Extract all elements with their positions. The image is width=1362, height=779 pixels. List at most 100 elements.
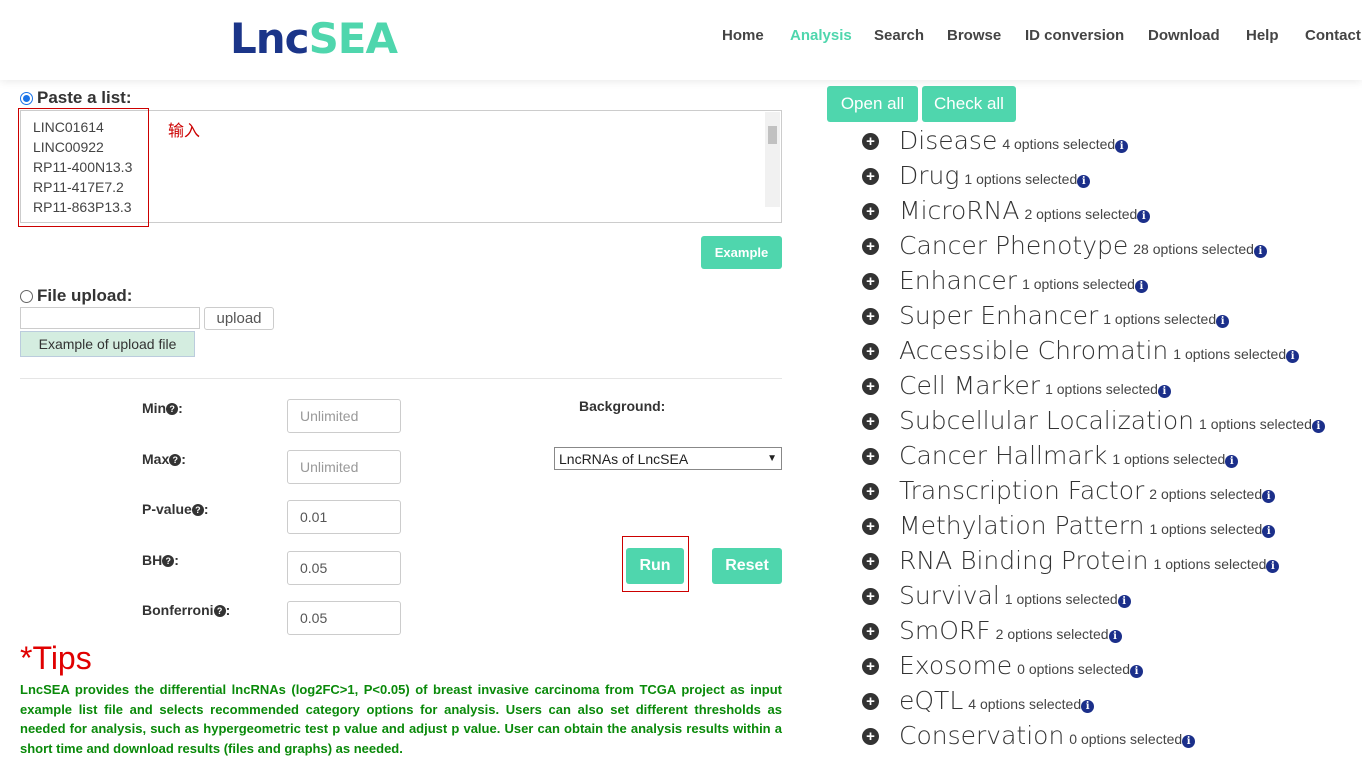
category-count: 4 options selected (1002, 136, 1116, 152)
upload-button[interactable]: upload (204, 307, 274, 330)
info-icon[interactable]: i (1081, 700, 1095, 713)
chevron-down-icon: ▼ (767, 453, 777, 464)
category-microrna[interactable]: + MicroRNA 2 options selected i (862, 196, 1151, 226)
bh-input[interactable]: 0.05 (287, 551, 401, 585)
plus-circle-icon[interactable]: + (862, 307, 879, 325)
plus-circle-icon[interactable]: + (862, 272, 879, 290)
nav-browse[interactable]: Browse (947, 27, 1001, 44)
info-icon[interactable]: i (1115, 140, 1129, 153)
nav-contact[interactable]: Contact (1305, 27, 1361, 44)
category-cancer-phenotype[interactable]: + Cancer Phenotype 28 options selected i (862, 231, 1267, 261)
category-name: Survival (899, 581, 1000, 610)
plus-circle-icon[interactable]: + (862, 552, 879, 570)
paste-list-option[interactable]: Paste a list: (20, 88, 132, 108)
check-all-button[interactable]: Check all (922, 86, 1016, 122)
bh-label: BH?: (142, 552, 179, 568)
paste-radio[interactable] (20, 92, 33, 106)
file-upload-option[interactable]: File upload: (20, 286, 132, 306)
category-count: 2 options selected (1149, 486, 1263, 502)
category-rna-binding-protein[interactable]: + RNA Binding Protein 1 options selected i (862, 546, 1280, 576)
category-count: 4 options selected (968, 696, 1082, 712)
category-name: Subcellular Localization (899, 406, 1195, 435)
category-conservation[interactable]: + Conservation 0 options selected i (862, 721, 1196, 751)
info-icon[interactable]: i (1286, 350, 1300, 363)
info-icon[interactable]: i (1266, 560, 1280, 573)
info-icon[interactable]: i (1182, 735, 1196, 748)
info-icon[interactable]: i (1311, 420, 1325, 433)
category-enhancer[interactable]: + Enhancer 1 options selected i (862, 266, 1148, 296)
plus-circle-icon[interactable]: + (862, 342, 879, 360)
nav-id-conversion[interactable]: ID conversion (1025, 27, 1124, 44)
category-super-enhancer[interactable]: + Super Enhancer 1 options selected i (862, 301, 1230, 331)
plus-circle-icon[interactable]: + (862, 727, 879, 745)
nav-search[interactable]: Search (874, 27, 924, 44)
run-button[interactable]: Run (626, 548, 684, 584)
category-accessible-chromatin[interactable]: + Accessible Chromatin 1 options selected i (862, 336, 1300, 366)
category-name: Cancer Phenotype (899, 231, 1129, 260)
min-input[interactable]: Unlimited (287, 399, 401, 433)
info-icon[interactable]: i (1225, 455, 1239, 468)
nav-home[interactable]: Home (722, 27, 764, 44)
category-cell-marker[interactable]: + Cell Marker 1 options selected i (862, 371, 1171, 401)
bonferroni-input[interactable]: 0.05 (287, 601, 401, 635)
example-button[interactable]: Example (701, 236, 782, 269)
logo[interactable]: LncSEA (230, 14, 398, 63)
example-upload-file-button[interactable]: Example of upload file (20, 331, 195, 357)
category-subcellular-localization[interactable]: + Subcellular Localization 1 options selec… (862, 406, 1325, 436)
category-smorf[interactable]: + SmORF 2 options selected i (862, 616, 1122, 646)
file-input[interactable] (20, 307, 200, 329)
plus-circle-icon[interactable]: + (862, 202, 879, 220)
category-exosome[interactable]: + Exosome 0 options selected i (862, 651, 1144, 681)
header: LncSEA Home Analysis Search Browse ID conver… (0, 0, 1362, 80)
nav-help[interactable]: Help (1246, 27, 1279, 44)
plus-circle-icon[interactable]: + (862, 132, 879, 150)
category-drug[interactable]: + Drug 1 options selected i (862, 161, 1091, 191)
plus-circle-icon[interactable]: + (862, 587, 879, 605)
info-icon[interactable]: i (1077, 175, 1091, 188)
info-icon[interactable]: i (1137, 210, 1151, 223)
category-methylation-pattern[interactable]: + Methylation Pattern 1 options selected i (862, 511, 1276, 541)
category-count: 2 options selected (995, 626, 1109, 642)
plus-circle-icon[interactable]: + (862, 237, 879, 255)
info-icon[interactable]: i (1262, 525, 1276, 538)
plus-circle-icon[interactable]: + (862, 622, 879, 640)
info-icon[interactable]: i (1157, 385, 1171, 398)
plus-circle-icon[interactable]: + (862, 517, 879, 535)
plus-circle-icon[interactable]: + (862, 482, 879, 500)
plus-circle-icon[interactable]: + (862, 657, 879, 675)
nav-analysis[interactable]: Analysis (790, 27, 852, 44)
category-eqtl[interactable]: + eQTL 4 options selected i (862, 686, 1095, 716)
plus-circle-icon[interactable]: + (862, 447, 879, 465)
info-icon[interactable]: i (1216, 315, 1230, 328)
category-survival[interactable]: + Survival 1 options selected i (862, 581, 1131, 611)
info-icon[interactable]: i (1262, 490, 1276, 503)
nav-download[interactable]: Download (1148, 27, 1220, 44)
min-label: Min?: (142, 400, 183, 416)
category-count: 1 options selected (1149, 521, 1263, 537)
textarea-scrollbar[interactable] (765, 112, 780, 207)
category-count: 1 options selected (1112, 451, 1226, 467)
reset-button[interactable]: Reset (712, 548, 782, 584)
category-name: Drug (899, 161, 960, 190)
category-cancer-hallmark[interactable]: + Cancer Hallmark 1 options selected i (862, 441, 1239, 471)
background-select[interactable]: LncRNAs of LncSEA ▼ (554, 447, 782, 470)
plus-circle-icon[interactable]: + (862, 377, 879, 395)
category-disease[interactable]: + Disease 4 options selected i (862, 126, 1129, 156)
background-label: Background: (579, 398, 666, 414)
info-icon[interactable]: i (1134, 280, 1148, 293)
info-icon[interactable]: i (1117, 595, 1131, 608)
pvalue-input[interactable]: 0.01 (287, 500, 401, 534)
category-count: 1 options selected (1199, 416, 1312, 432)
max-input[interactable]: Unlimited (287, 450, 401, 484)
plus-circle-icon[interactable]: + (862, 412, 879, 430)
info-icon[interactable]: i (1130, 665, 1144, 678)
category-count: 1 options selected (1153, 556, 1267, 572)
info-icon[interactable]: i (1108, 630, 1122, 643)
upload-radio[interactable] (20, 290, 33, 304)
category-transcription-factor[interactable]: + Transcription Factor 2 options selected i (862, 476, 1276, 506)
category-count: 1 options selected (1173, 346, 1287, 362)
info-icon[interactable]: i (1253, 245, 1267, 258)
open-all-button[interactable]: Open all (827, 86, 918, 122)
plus-circle-icon[interactable]: + (862, 692, 879, 710)
plus-circle-icon[interactable]: + (862, 167, 879, 185)
